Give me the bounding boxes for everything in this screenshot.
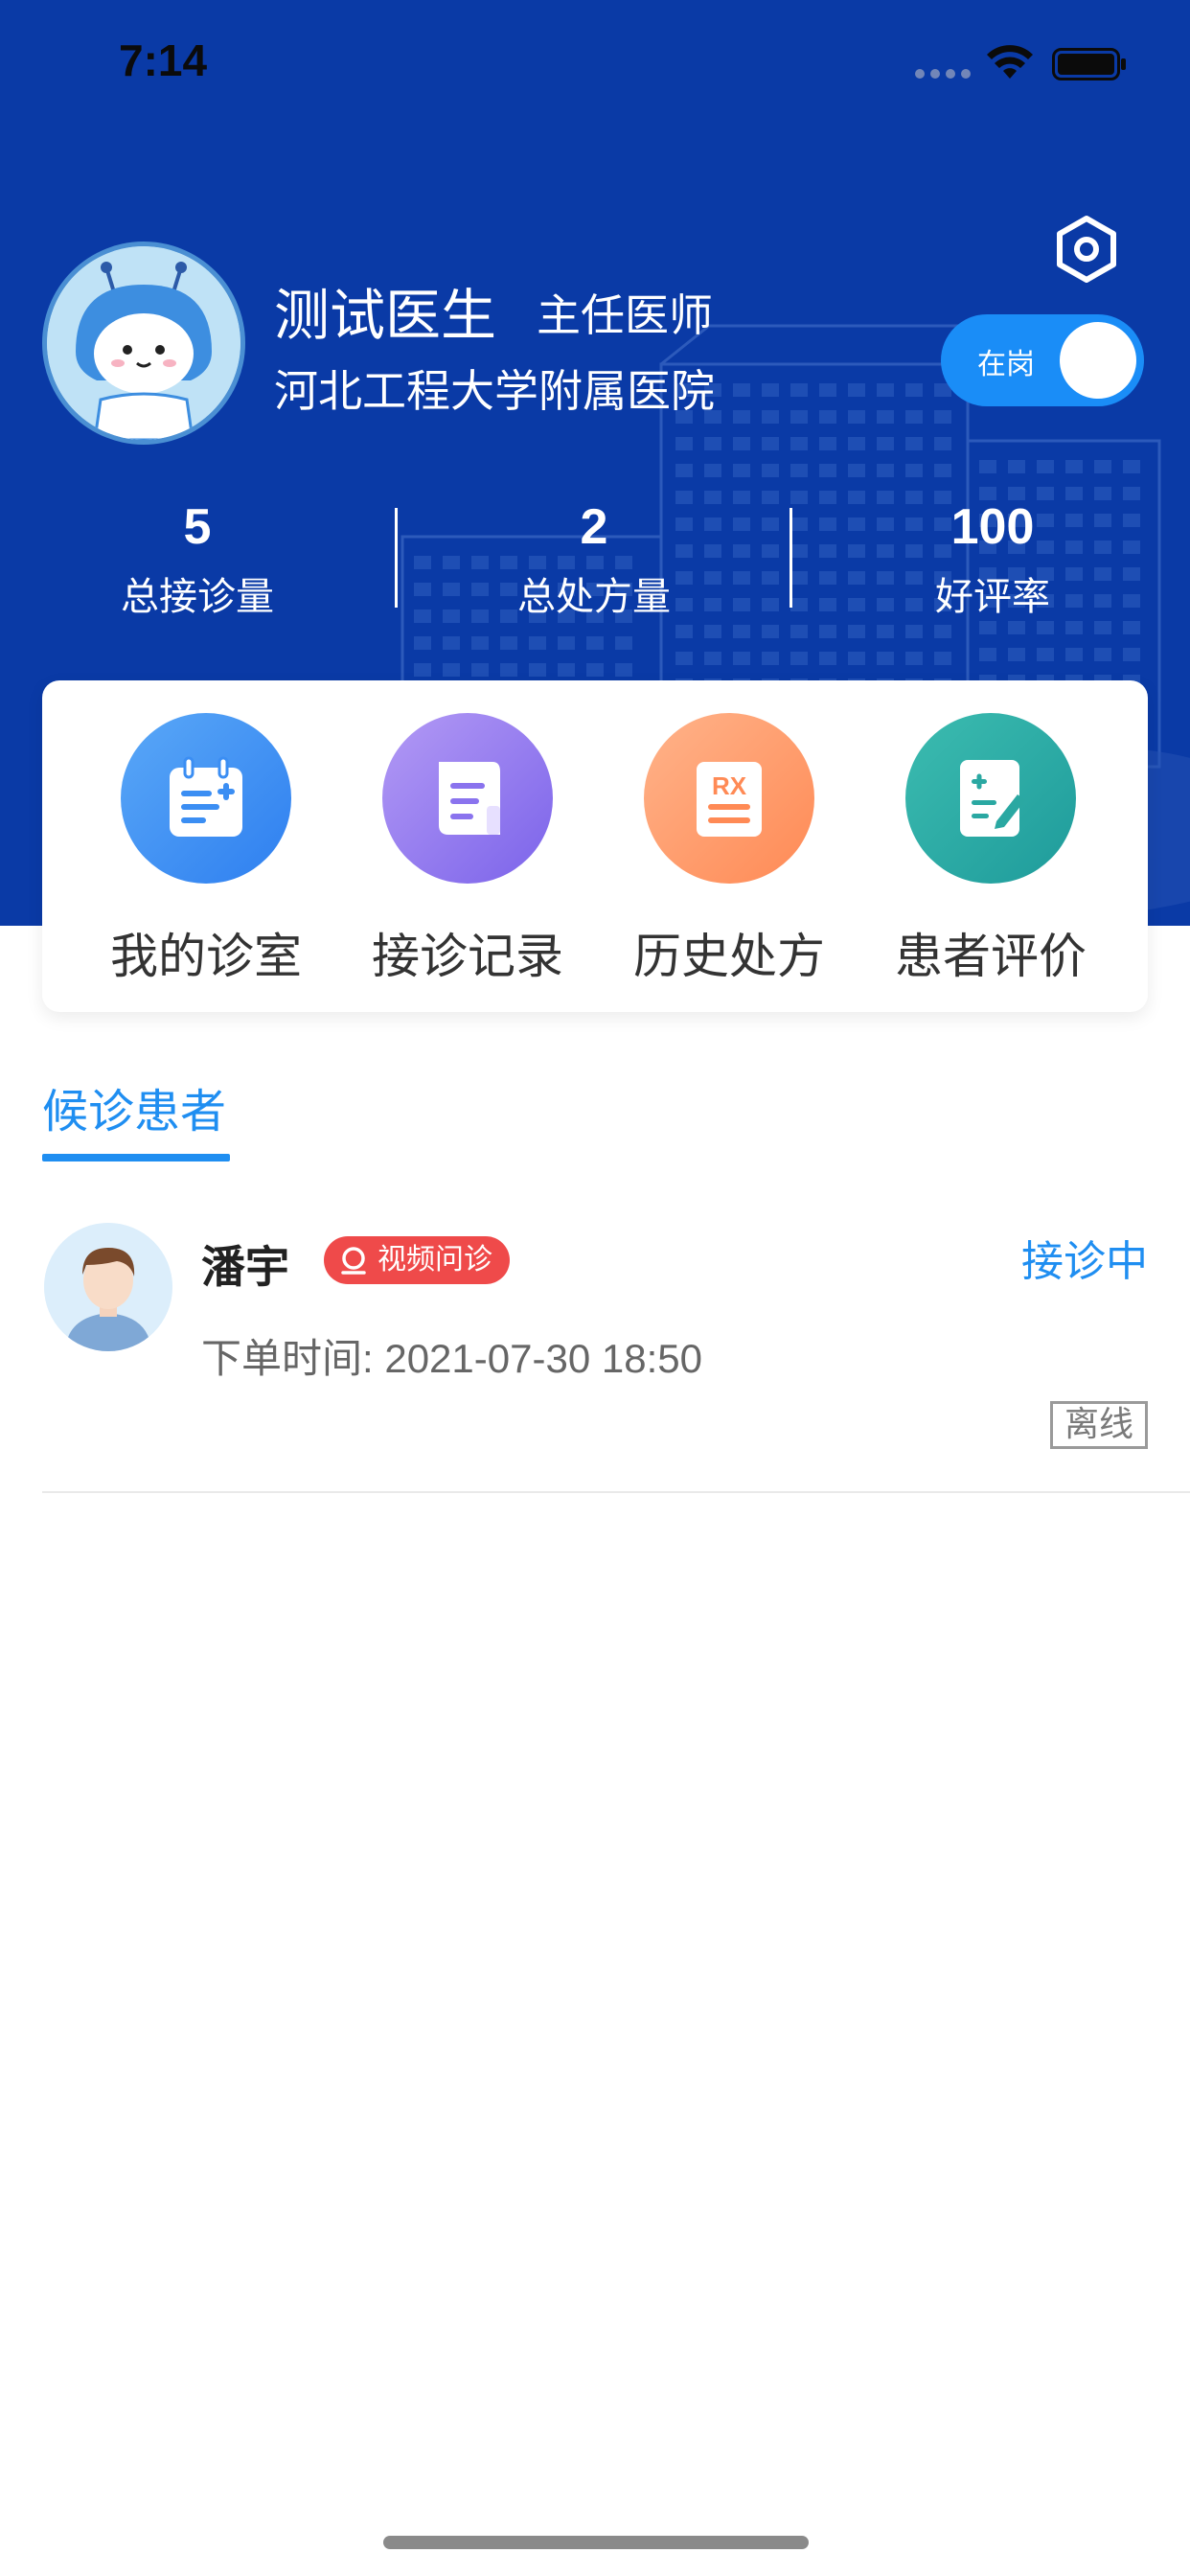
action-label: 接诊记录 — [372, 929, 563, 984]
stat-label: 总接诊量 — [121, 575, 274, 619]
order-time: 下单时间: 2021-07-30 18:50 — [201, 1336, 702, 1381]
rx-icon: RX — [644, 713, 814, 884]
svg-text:RX: RX — [712, 771, 747, 800]
action-label: 患者评价 — [895, 929, 1087, 984]
video-call-icon — [341, 1247, 366, 1275]
male-avatar-icon — [44, 1223, 172, 1351]
settings-icon[interactable] — [1050, 213, 1123, 286]
tab-waiting-patients[interactable]: 候诊患者 — [42, 1073, 226, 1140]
patient-avatar — [44, 1223, 172, 1351]
stat-divider — [395, 508, 398, 608]
action-label: 历史处方 — [633, 929, 825, 984]
stat-label: 好评率 — [935, 575, 1050, 619]
action-patient-reviews[interactable]: 患者评价 — [859, 713, 1122, 987]
consult-type-label: 视频问诊 — [378, 1243, 492, 1276]
action-history-prescriptions[interactable]: RX 历史处方 — [598, 713, 860, 987]
stat-divider — [790, 508, 792, 608]
online-status-tag: 离线 — [1049, 1401, 1148, 1449]
action-label: 我的诊室 — [110, 929, 302, 984]
review-edit-icon — [905, 713, 1076, 884]
doctor-avatar[interactable] — [42, 242, 245, 445]
battery-icon — [1052, 48, 1126, 80]
doctor-name: 测试医生 — [274, 283, 497, 348]
patient-name: 潘宇 — [201, 1241, 289, 1293]
doctor-title: 主任医师 — [537, 289, 713, 341]
on-duty-label: 在岗 — [977, 348, 1035, 381]
stat-total-prescriptions[interactable]: 2 总处方量 — [450, 498, 738, 621]
stat-value: 2 — [580, 499, 608, 555]
stat-total-consultations[interactable]: 5 总接诊量 — [54, 498, 341, 621]
action-my-clinic[interactable]: 我的诊室 — [75, 713, 337, 987]
status-bar: 7:14 — [0, 0, 1190, 125]
stat-value: 5 — [183, 499, 212, 555]
patient-list-item[interactable]: 潘宇 视频问诊 接诊中 下单时间: 2021-07-30 18:50 离线 — [0, 1196, 1190, 1491]
tab-active-indicator — [42, 1154, 230, 1162]
stat-positive-rate[interactable]: 100 好评率 — [849, 498, 1136, 621]
consult-status: 接诊中 — [1021, 1237, 1148, 1286]
stat-value: 100 — [950, 499, 1035, 555]
cellular-signal-icon — [915, 69, 971, 79]
action-consult-records[interactable]: 接诊记录 — [336, 713, 599, 987]
robot-mascot-icon — [47, 246, 240, 440]
consult-type-badge: 视频问诊 — [324, 1236, 510, 1284]
on-duty-toggle[interactable]: 在岗 — [941, 314, 1144, 406]
quick-actions-card: 我的诊室 接诊记录 RX 历史处方 患者评价 — [42, 680, 1148, 1012]
clinic-calendar-icon — [121, 713, 291, 884]
doctor-hospital: 河北工程大学附属医院 — [274, 365, 715, 417]
home-indicator[interactable] — [383, 2536, 809, 2549]
records-scroll-icon — [382, 713, 553, 884]
stat-label: 总处方量 — [517, 575, 671, 619]
status-time: 7:14 — [119, 35, 208, 85]
toggle-knob — [1060, 322, 1136, 399]
wifi-icon — [987, 45, 1033, 79]
row-divider — [42, 1491, 1190, 1493]
